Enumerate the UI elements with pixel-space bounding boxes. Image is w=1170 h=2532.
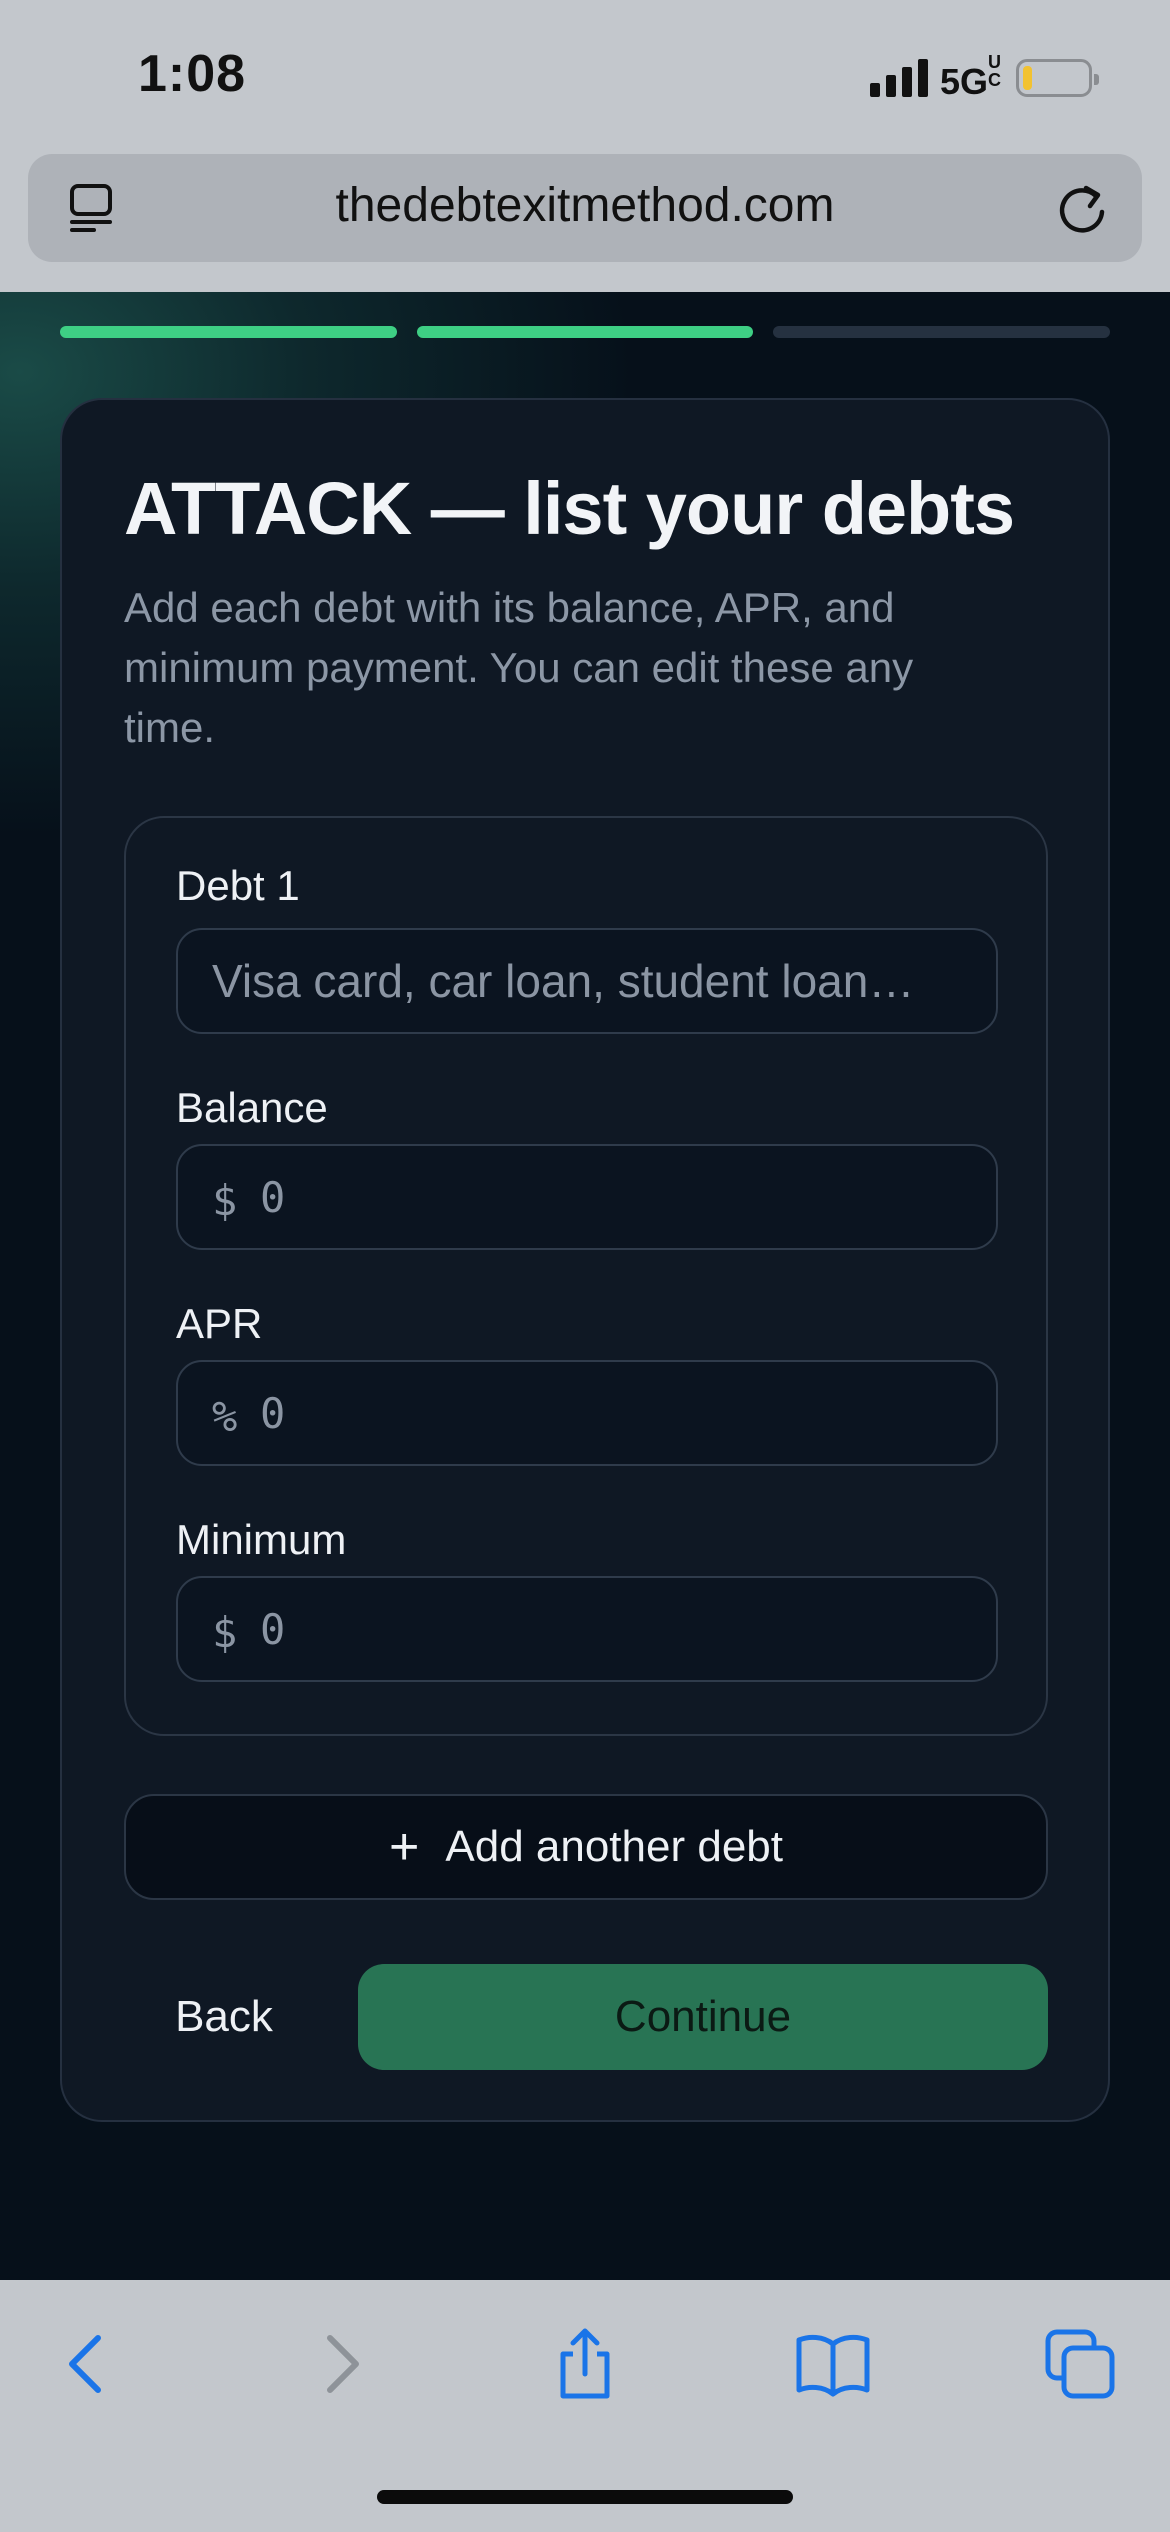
progress-step-3 (773, 326, 1111, 338)
battery-level (1023, 66, 1033, 90)
step-progress (60, 326, 1111, 338)
apr-field[interactable]: % (176, 1360, 998, 1466)
minimum-input[interactable] (260, 1578, 960, 1680)
share-icon[interactable] (545, 2324, 625, 2404)
url-text[interactable]: thedebtexitmethod.com (28, 178, 1142, 233)
progress-step-1 (60, 326, 397, 338)
minimum-field[interactable]: $ (176, 1576, 998, 1682)
balance-field[interactable]: $ (176, 1144, 998, 1250)
debt-name-input[interactable] (212, 930, 972, 1032)
battery-icon (1016, 59, 1099, 97)
bookmarks-icon[interactable] (793, 2324, 873, 2404)
tabs-icon[interactable] (1040, 2324, 1120, 2404)
debt-name-field[interactable] (176, 928, 998, 1034)
apr-input[interactable] (260, 1362, 960, 1464)
page-content: ATTACK — list your debts Add each debt w… (0, 292, 1170, 2280)
dollar-prefix: $ (212, 1608, 238, 1657)
status-time: 1:08 (138, 45, 247, 103)
battery-tip (1094, 74, 1099, 85)
dollar-prefix: $ (212, 1176, 238, 1225)
network-suffix: UC (988, 52, 1001, 90)
page-title: ATTACK — list your debts (124, 467, 1015, 550)
home-indicator (377, 2490, 793, 2504)
address-bar[interactable]: thedebtexitmethod.com (28, 154, 1142, 262)
add-another-debt-button[interactable]: + Add another debt (124, 1794, 1048, 1900)
minimum-label: Minimum (176, 1516, 347, 1563)
network-type: 5G (939, 61, 988, 102)
apr-label: APR (176, 1300, 263, 1347)
page-subtitle: Add each debt with its balance, APR, and… (124, 584, 914, 751)
debts-card: ATTACK — list your debts Add each debt w… (60, 398, 1110, 2122)
status-indicators: 5GUC (869, 53, 1099, 103)
network-label: 5GUC (940, 53, 1002, 103)
back-arrow-icon[interactable] (48, 2324, 128, 2404)
progress-step-2 (416, 326, 754, 338)
back-button[interactable]: Back (124, 1964, 324, 2070)
continue-button[interactable]: Continue (358, 1964, 1048, 2070)
balance-label: Balance (176, 1084, 328, 1131)
debt-entry: Debt 1 Balance $ APR % Minimum $ (124, 816, 1048, 1736)
plus-icon: + (389, 1818, 420, 1876)
balance-input[interactable] (260, 1146, 960, 1248)
debt-name-label: Debt 1 (176, 862, 300, 909)
forward-arrow-icon[interactable] (300, 2324, 380, 2404)
percent-prefix: % (212, 1392, 238, 1441)
add-debt-label: Add another debt (445, 1822, 783, 1871)
browser-top-bar: 1:08 5GUC thedebtexitmethod.com (0, 0, 1170, 292)
reload-icon[interactable] (1052, 178, 1112, 238)
signal-icon (869, 59, 928, 97)
